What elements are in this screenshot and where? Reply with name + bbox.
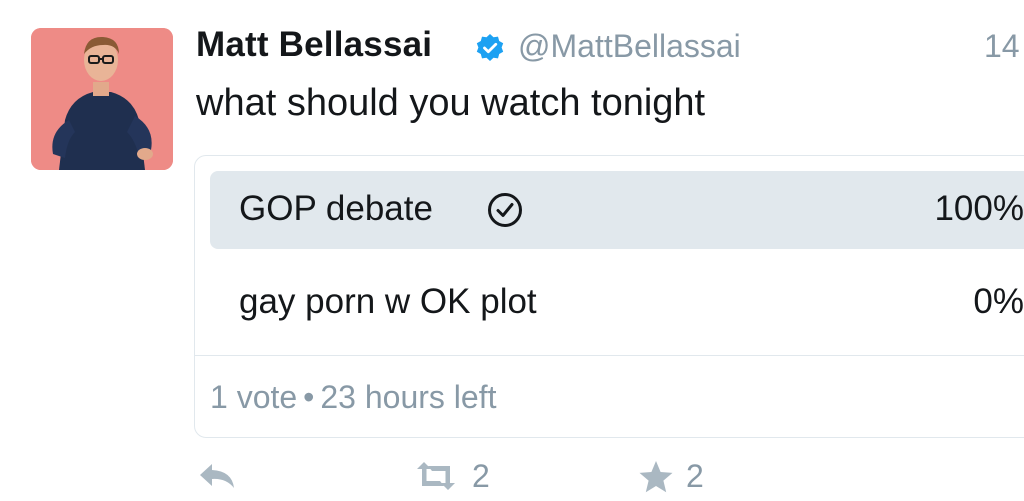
poll-option-percent: 100% <box>934 189 1024 228</box>
poll-option: gay porn w OK plot 0% <box>210 264 1024 342</box>
verified-badge-icon <box>475 33 505 63</box>
check-circle-icon <box>486 191 524 229</box>
tweet-text: what should you watch tonight <box>196 82 706 124</box>
poll-footer: 1 vote • 23 hours left <box>210 379 496 416</box>
poll-option-percent: 0% <box>973 282 1024 321</box>
like-button[interactable]: 2 <box>638 456 728 496</box>
reply-button[interactable] <box>196 456 246 496</box>
poll-option-label: GOP debate <box>239 189 433 228</box>
poll-option-label: gay porn w OK plot <box>239 282 537 321</box>
tweet-header: Matt Bellassai @MattBellassai 14 <box>196 22 1024 70</box>
like-count: 2 <box>686 458 704 494</box>
poll-option-winner: GOP debate 100% <box>210 171 1024 249</box>
retweet-button[interactable]: 2 <box>414 456 504 496</box>
vote-count: 1 vote <box>210 379 298 415</box>
tweet-timestamp[interactable]: 14 <box>984 28 1024 65</box>
retweet-icon <box>417 462 455 490</box>
poll-card: GOP debate 100% gay porn w OK plot 0% 1 … <box>194 155 1024 438</box>
author-handle[interactable]: @MattBellassai <box>518 28 741 65</box>
avatar[interactable] <box>31 28 173 170</box>
retweet-count: 2 <box>472 458 490 494</box>
author-name[interactable]: Matt Bellassai <box>196 25 432 65</box>
star-icon <box>639 461 673 493</box>
time-left: 23 hours left <box>320 379 497 415</box>
poll-divider <box>195 355 1024 356</box>
reply-icon <box>200 464 234 488</box>
separator-dot: • <box>303 379 315 415</box>
tweet-actions: 2 2 <box>196 456 796 496</box>
avatar-photo <box>31 28 173 170</box>
